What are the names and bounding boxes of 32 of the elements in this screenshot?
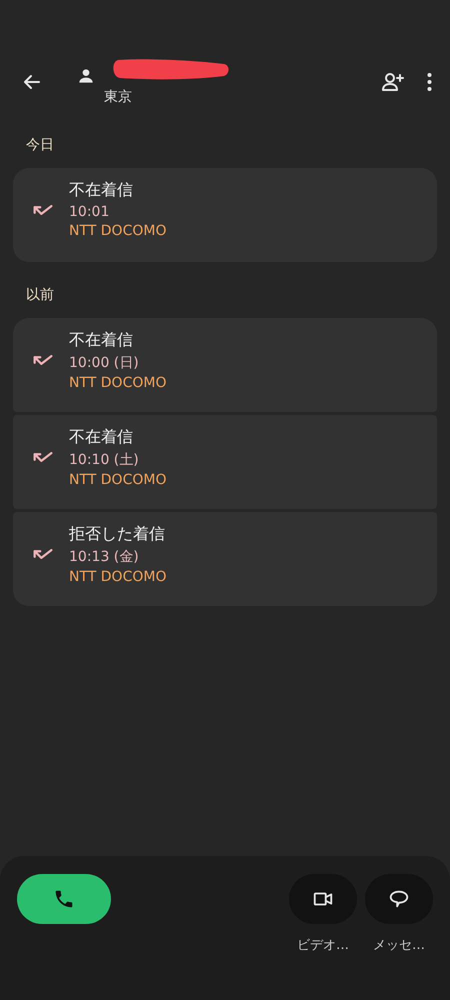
call-button[interactable] — [17, 874, 111, 924]
action-label: ビデオ… — [297, 937, 349, 954]
missed-call-icon — [33, 205, 53, 215]
phone-icon — [53, 888, 75, 910]
video-button[interactable] — [289, 874, 357, 924]
section-header: 以前 — [25, 286, 55, 305]
carrier-name: NTT DOCOMO — [69, 569, 166, 585]
add-person-icon — [381, 70, 405, 94]
message-button[interactable] — [365, 874, 433, 924]
carrier-name: NTT DOCOMO — [69, 375, 166, 391]
contact-location: 東京 — [104, 88, 132, 106]
action-label: メッセ… — [373, 937, 425, 954]
call-time: 10:10 (土) — [69, 451, 140, 469]
call-time: 10:00 (日) — [69, 354, 140, 372]
call-type: 不在着信 — [69, 180, 134, 201]
section-header: 今日 — [25, 136, 55, 155]
call-type: 不在着信 — [69, 330, 134, 351]
call-entry[interactable]: 不在着信 10:10 (土) NTT DOCOMO — [13, 415, 437, 509]
missed-call-icon — [33, 549, 53, 559]
carrier-name: NTT DOCOMO — [69, 472, 166, 488]
call-time: 10:13 (金) — [69, 548, 140, 566]
call-entry[interactable]: 不在着信 10:00 (日) NTT DOCOMO — [13, 318, 437, 412]
carrier-name: NTT DOCOMO — [69, 223, 166, 239]
call-entry[interactable]: 拒否した着信 10:13 (金) NTT DOCOMO — [13, 512, 437, 606]
more-vert-icon — [427, 72, 432, 92]
call-type: 拒否した着信 — [69, 524, 166, 545]
call-type: 不在着信 — [69, 427, 134, 448]
missed-call-icon — [33, 355, 53, 365]
speech-bubble-icon — [388, 888, 410, 910]
missed-call-icon — [33, 452, 53, 462]
call-entry[interactable]: 不在着信 10:01 NTT DOCOMO — [13, 168, 437, 262]
call-time: 10:01 — [69, 204, 110, 220]
